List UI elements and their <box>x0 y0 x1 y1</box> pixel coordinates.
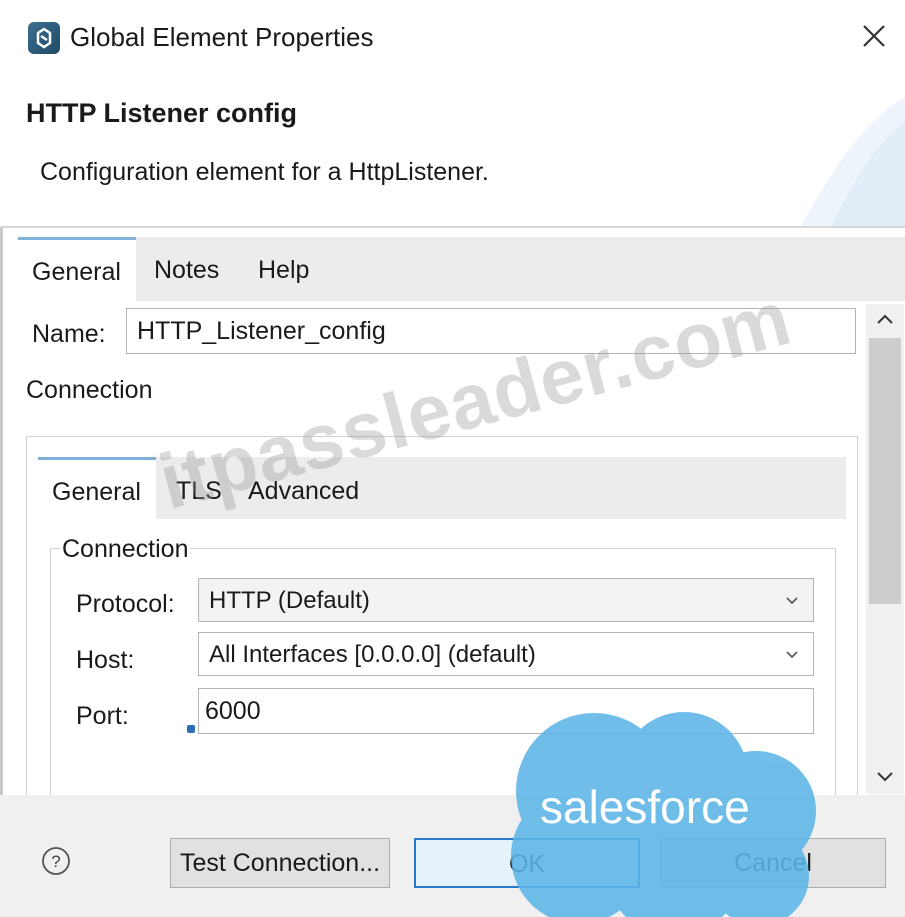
name-input[interactable] <box>126 308 856 354</box>
app-icon <box>28 22 60 54</box>
port-label: Port: <box>76 702 129 730</box>
protocol-value: HTTP (Default) <box>209 587 370 614</box>
connection-group-title: Connection <box>60 535 191 564</box>
host-label: Host: <box>76 646 135 674</box>
tab-help[interactable]: Help <box>258 256 309 285</box>
tab-notes[interactable]: Notes <box>154 256 219 285</box>
inner-tab-general-label: General <box>52 478 141 506</box>
test-connection-button[interactable]: Test Connection... <box>170 838 390 888</box>
host-select[interactable]: All Interfaces [0.0.0.0] (default) <box>198 632 814 676</box>
help-icon[interactable]: ? <box>40 845 72 877</box>
outer-tab-strip <box>18 237 905 301</box>
help-icon-glyph: ? <box>51 852 60 871</box>
dialog-window: Global Element Properties HTTP Listener … <box>0 0 905 917</box>
protocol-select[interactable]: HTTP (Default) <box>198 578 814 622</box>
scrollbar-thumb[interactable] <box>869 338 901 604</box>
chevron-down-icon <box>786 651 798 659</box>
header-description: Configuration element for a HttpListener… <box>40 158 489 186</box>
scroll-up-icon[interactable] <box>866 304 904 334</box>
name-label: Name: <box>32 320 106 348</box>
connection-section-label: Connection <box>26 376 153 404</box>
chevron-down-icon <box>786 597 798 605</box>
cancel-button[interactable]: Cancel <box>660 838 886 888</box>
protocol-label: Protocol: <box>76 590 175 618</box>
window-title: Global Element Properties <box>70 22 374 52</box>
scroll-down-icon[interactable] <box>866 762 904 792</box>
inner-tab-strip <box>38 457 846 519</box>
close-icon[interactable] <box>856 18 892 54</box>
inner-tab-general[interactable]: General <box>38 457 156 519</box>
tab-general-label: General <box>32 258 121 286</box>
header-divider <box>0 226 905 228</box>
host-value: All Interfaces [0.0.0.0] (default) <box>209 641 536 668</box>
tab-general[interactable]: General <box>18 237 136 301</box>
ok-button[interactable]: OK <box>414 838 640 888</box>
port-input[interactable] <box>198 688 814 734</box>
inner-tab-tls[interactable]: TLS <box>176 477 222 506</box>
inner-tab-advanced[interactable]: Advanced <box>248 477 359 506</box>
title-bar: Global Element Properties <box>0 0 905 78</box>
header-title: HTTP Listener config <box>26 98 298 128</box>
header-decoration-graphic <box>800 98 905 228</box>
dialog-header: HTTP Listener config Configuration eleme… <box>0 78 905 228</box>
field-info-icon <box>187 725 195 733</box>
